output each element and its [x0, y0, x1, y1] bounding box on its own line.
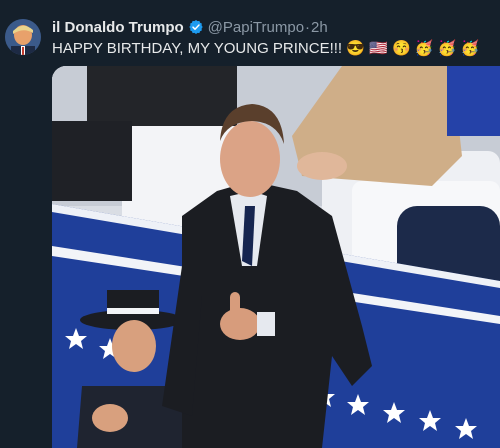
separator-dot: ·: [305, 18, 311, 36]
tweet-media-photo[interactable]: [52, 66, 500, 448]
photo-young-man-in-suit-thumbs-up-at-event: [52, 66, 500, 448]
tweet-header: il Donaldo Trumpo @PapiTrumpo · 2h: [52, 17, 492, 37]
handle[interactable]: @PapiTrumpo: [208, 19, 304, 36]
avatar-image: [5, 19, 41, 55]
display-name[interactable]: il Donaldo Trumpo: [52, 19, 184, 36]
verified-badge-icon: [188, 19, 204, 35]
tweet-text: HAPPY BIRTHDAY, MY YOUNG PRINCE!!! 😎 🇺🇸 …: [52, 40, 480, 57]
avatar[interactable]: [5, 19, 41, 55]
timestamp[interactable]: 2h: [311, 19, 328, 36]
